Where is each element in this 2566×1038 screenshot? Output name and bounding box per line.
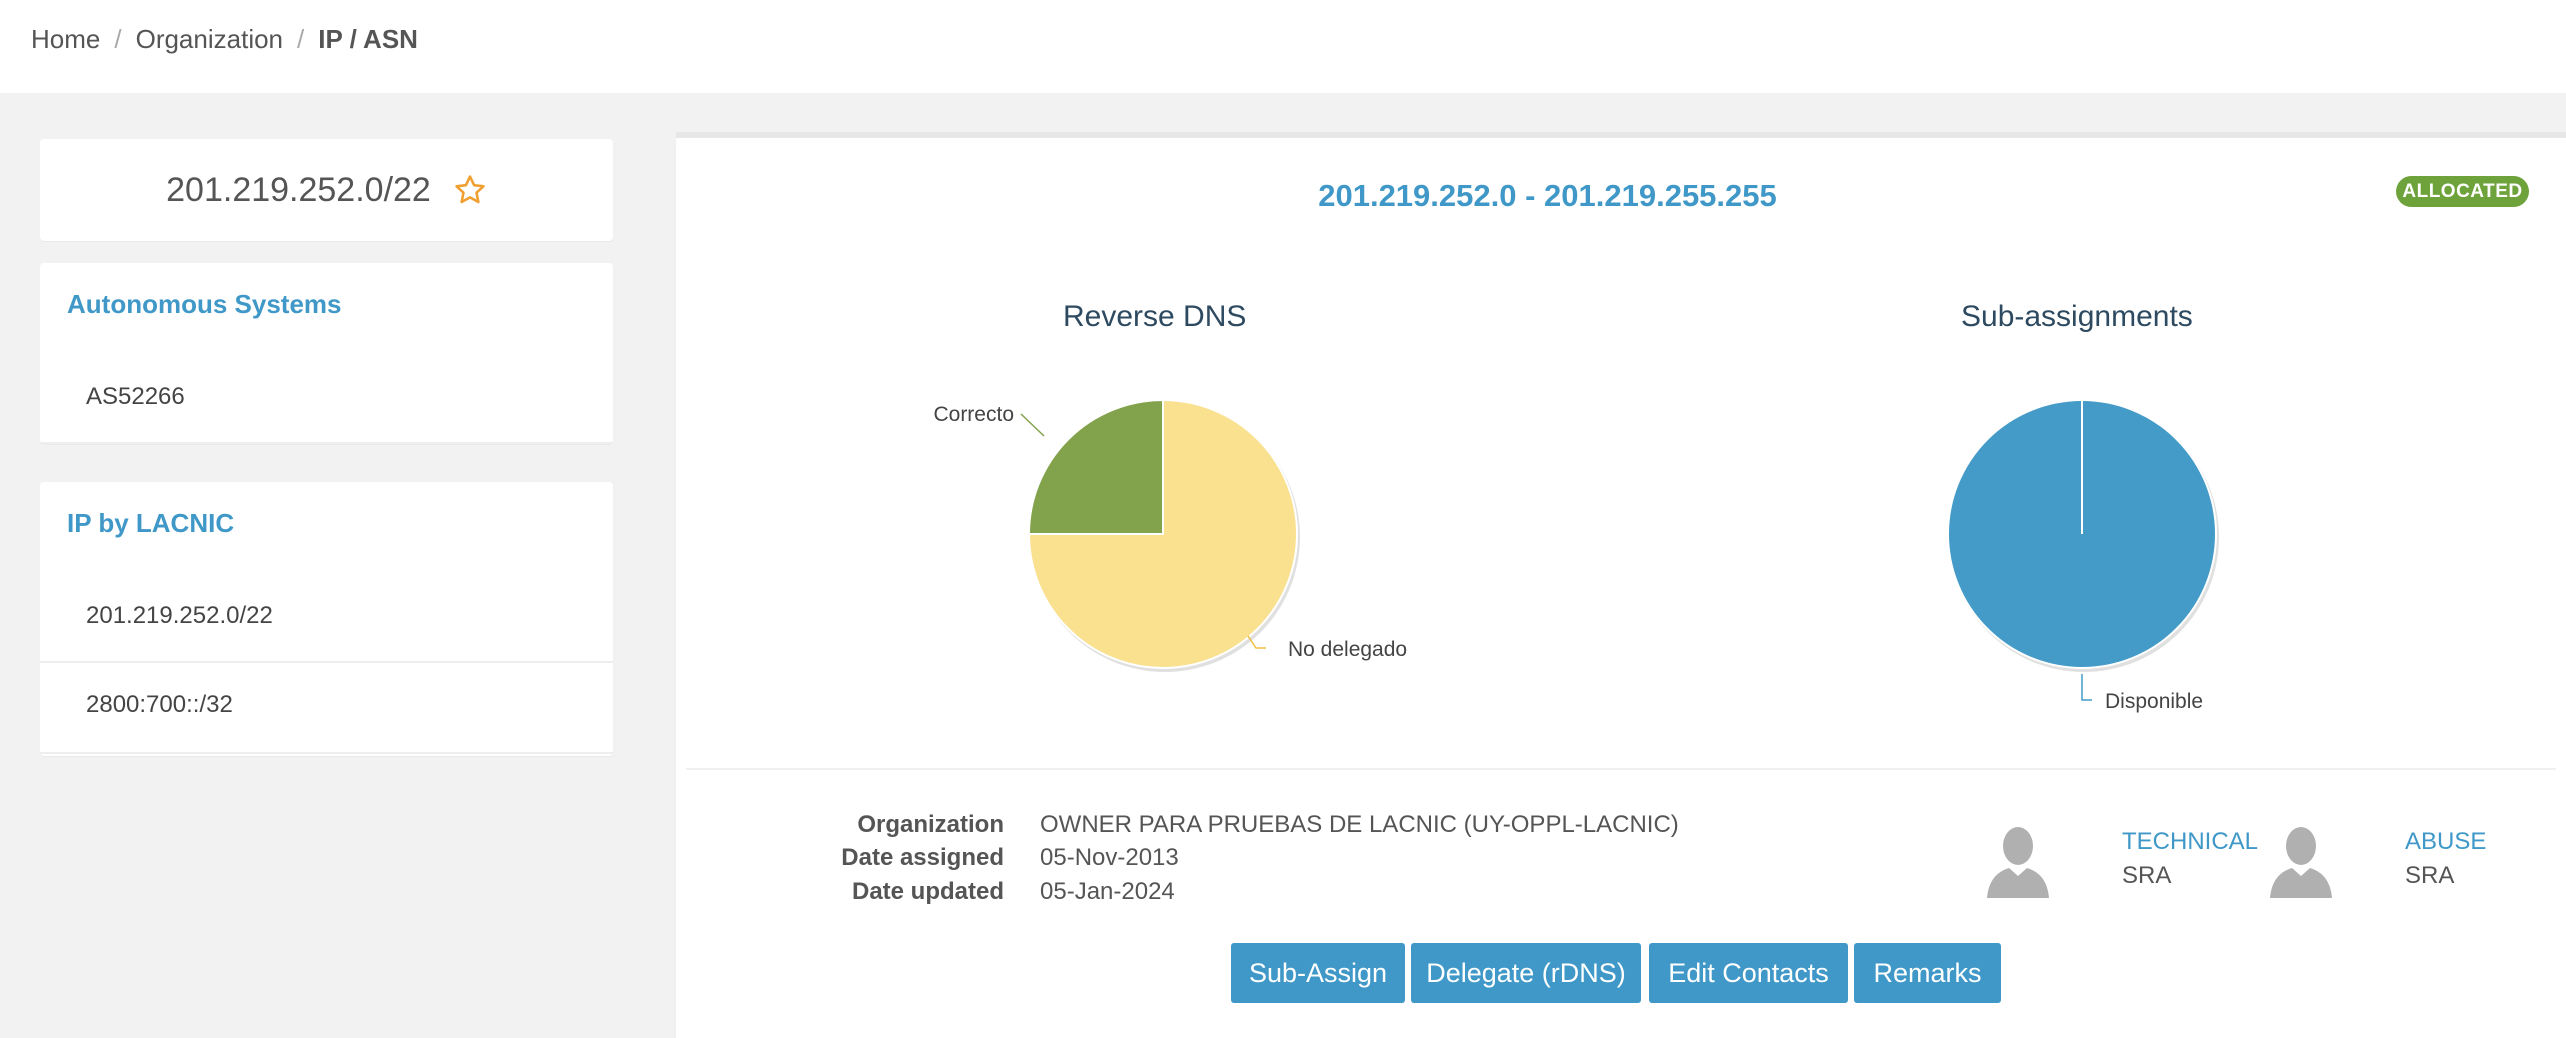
breadcrumb: Home / Organization / IP / ASN: [31, 24, 418, 55]
reverse-dns-slice-correcto[interactable]: [1027, 398, 1164, 535]
pie-label-no-delegado: No delegado: [1288, 638, 1407, 661]
date-updated-row: Date updated 05-Jan-2024: [676, 878, 1175, 906]
autonomous-systems-title: Autonomous Systems: [67, 289, 342, 319]
sub-assign-button[interactable]: Sub-Assign: [1231, 943, 1405, 1003]
divider: [40, 442, 613, 444]
user-avatar-icon: [1987, 827, 2049, 898]
user-avatar-icon: [2270, 827, 2332, 898]
remarks-button[interactable]: Remarks: [1854, 943, 2001, 1003]
date-assigned-row: Date assigned 05-Nov-2013: [676, 844, 1179, 872]
breadcrumb-current: IP / ASN: [318, 24, 418, 54]
divider: [686, 768, 2556, 770]
pie-label-correcto: Correcto: [933, 403, 1014, 426]
prefix-card: 201.219.252.0/22: [40, 139, 613, 241]
contact-role-abuse[interactable]: ABUSE: [2405, 828, 2486, 856]
status-badge: ALLOCATED: [2396, 176, 2529, 207]
breadcrumb-separator: /: [114, 24, 122, 54]
breadcrumb-home[interactable]: Home: [31, 24, 100, 55]
date-updated-label: Date updated: [851, 878, 1004, 905]
divider: [40, 752, 613, 754]
date-assigned-label: Date assigned: [841, 844, 1004, 871]
chart-title-sub-assignments: Sub-assignments: [1961, 300, 2193, 333]
contact-role-technical[interactable]: TECHNICAL: [2122, 828, 2258, 856]
chart-title-reverse-dns: Reverse DNS: [1063, 300, 1247, 333]
contact-name-technical: SRA: [2122, 862, 2172, 889]
ip-by-lacnic-title: IP by LACNIC: [67, 508, 235, 538]
top-bar: Home / Organization / IP / ASN: [0, 0, 2566, 93]
date-updated-value: 05-Jan-2024: [1040, 878, 1175, 905]
prefix-title: 201.219.252.0/22: [166, 170, 431, 209]
contact-name-abuse: SRA: [2405, 862, 2455, 889]
organization-row: Organization OWNER PARA PRUEBAS DE LACNI…: [676, 811, 1679, 839]
organization-label: Organization: [857, 811, 1004, 838]
star-icon[interactable]: [453, 173, 487, 207]
delegate-rdns-button[interactable]: Delegate (rDNS): [1411, 943, 1641, 1003]
divider: [40, 661, 613, 663]
ip-list-item[interactable]: 201.219.252.0/22: [86, 602, 273, 630]
breadcrumb-separator: /: [297, 24, 305, 54]
edit-contacts-button[interactable]: Edit Contacts: [1649, 943, 1848, 1003]
leader-line: [2081, 674, 2092, 701]
reverse-dns-pie-chart: Correcto No delegado: [933, 398, 1407, 672]
organization-value: OWNER PARA PRUEBAS DE LACNIC (UY-OPPL-LA…: [1040, 811, 1679, 838]
ip-range-title: 201.219.252.0 - 201.219.255.255: [1318, 178, 1777, 213]
date-assigned-value: 05-Nov-2013: [1040, 844, 1179, 871]
pie-label-disponible: Disponible: [2105, 690, 2203, 713]
breadcrumb-organization[interactable]: Organization: [136, 24, 283, 55]
ip-list-item[interactable]: 2800:700::/32: [86, 691, 233, 719]
main-panel: 201.219.252.0 - 201.219.255.255 ALLOCATE…: [676, 132, 2566, 1038]
autonomous-systems-panel: Autonomous Systems AS52266: [40, 263, 613, 444]
as-list-item[interactable]: AS52266: [86, 383, 185, 411]
ip-by-lacnic-panel: IP by LACNIC 201.219.252.0/22 2800:700::…: [40, 482, 613, 756]
leader-line: [1020, 413, 1045, 437]
sub-assignments-pie-chart: Disponible: [1947, 399, 2219, 713]
